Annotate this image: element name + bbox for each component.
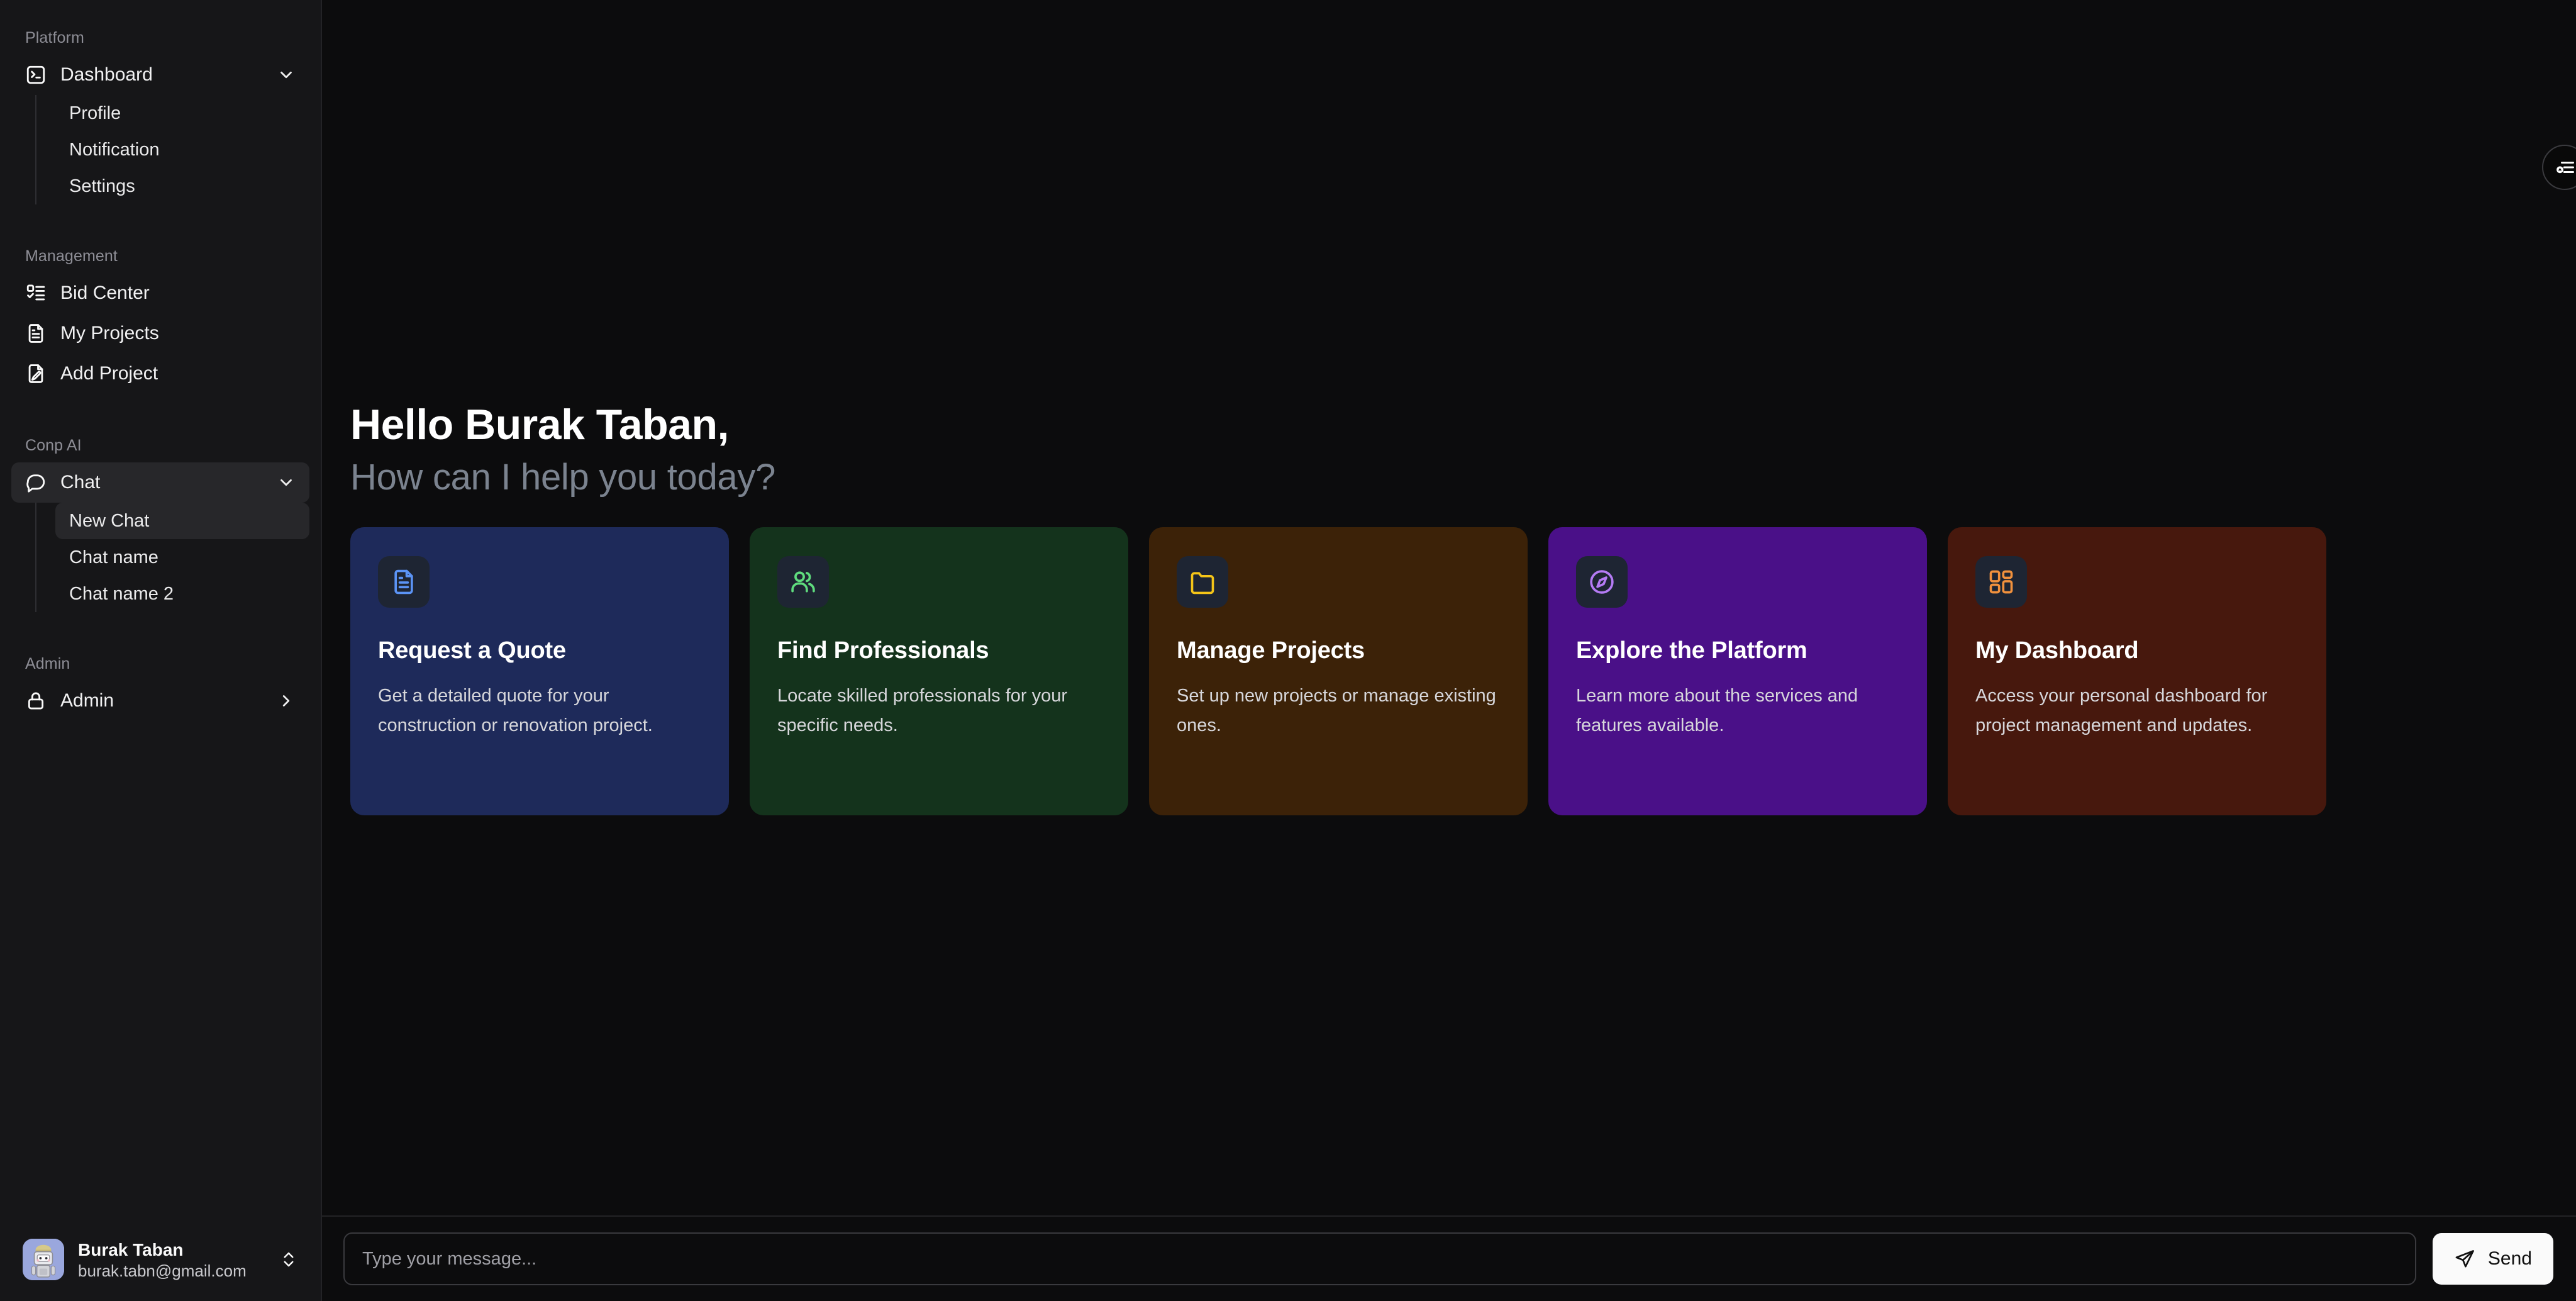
chevrons-up-down-icon[interactable] — [279, 1250, 298, 1269]
message-square-icon — [25, 472, 47, 493]
sidebar-item-profile[interactable]: Profile — [55, 95, 309, 131]
users-icon — [789, 568, 817, 596]
main-content: Hello Burak Taban, How can I help you to… — [322, 0, 2576, 1301]
user-email: burak.tabn@gmail.com — [78, 1261, 247, 1280]
sidebar-item-my-projects[interactable]: My Projects — [11, 313, 309, 354]
file-text-icon — [390, 568, 418, 596]
sidebar-subitem-label: Notification — [69, 139, 160, 160]
sidebar-submenu-chat: New Chat Chat name Chat name 2 — [35, 503, 309, 612]
card-title: Manage Projects — [1177, 637, 1365, 664]
card-description: Access your personal dashboard for proje… — [1975, 686, 2268, 736]
card-title: Request a Quote — [378, 637, 566, 664]
compass-icon — [1588, 568, 1616, 596]
sidebar-group-label-platform: Platform — [25, 29, 84, 47]
chevron-down-icon[interactable] — [277, 65, 296, 84]
chevron-right-icon[interactable] — [277, 691, 296, 710]
greeting-block: Hello Burak Taban, How can I help you to… — [343, 400, 2576, 500]
sidebar-group-label-admin: Admin — [25, 655, 70, 673]
chat-canvas: Hello Burak Taban, How can I help you to… — [322, 0, 2576, 1215]
greeting-hello: Hello Burak Taban, — [350, 401, 729, 449]
card-request-a-quote[interactable]: Request a Quote Get a detailed quote for… — [350, 527, 729, 815]
card-my-dashboard[interactable]: My Dashboard Access your personal dashbo… — [1948, 527, 2326, 815]
layout-grid-icon — [1987, 568, 2015, 596]
sidebar-item-chat[interactable]: Chat — [11, 462, 309, 503]
card-find-professionals[interactable]: Find Professionals Locate skilled profes… — [750, 527, 1128, 815]
card-icon-container — [1975, 556, 2027, 608]
sidebar-subitem-label: Chat name — [69, 547, 158, 567]
card-description: Get a detailed quote for your constructi… — [378, 686, 653, 736]
card-description: Learn more about the services and featur… — [1576, 686, 1858, 736]
list-checks-icon — [25, 282, 47, 304]
sidebar-group-label-conp-ai: Conp AI — [25, 437, 82, 454]
sidebar-submenu-dashboard: Profile Notification Settings — [35, 95, 309, 204]
sidebar-item-new-chat[interactable]: New Chat — [55, 503, 309, 539]
file-pen-icon — [25, 363, 47, 384]
sidebar-item-label: Chat — [60, 472, 101, 493]
sidebar-subitem-label: New Chat — [69, 510, 150, 531]
suggestion-cards: Request a Quote Get a detailed quote for… — [343, 527, 2576, 815]
sidebar-subitem-label: Profile — [69, 103, 121, 123]
card-title: My Dashboard — [1975, 637, 2139, 664]
sidebar-item-dashboard[interactable]: Dashboard — [11, 55, 309, 95]
sidebar-item-label: Admin — [60, 690, 114, 711]
file-text-icon — [25, 323, 47, 344]
sidebar-item-label: Bid Center — [60, 282, 150, 303]
sidebar-subitem-label: Settings — [69, 176, 135, 196]
sidebar-item-label: Add Project — [60, 363, 158, 384]
sidebar-group-label-management: Management — [25, 247, 118, 265]
sidebar-item-chat-name[interactable]: Chat name — [55, 539, 309, 576]
user-meta: Burak Taban burak.tabn@gmail.com — [78, 1239, 265, 1281]
avatar — [23, 1239, 64, 1281]
card-description: Set up new projects or manage existing o… — [1177, 686, 1496, 736]
card-icon-container — [777, 556, 829, 608]
send-button-label: Send — [2487, 1248, 2532, 1269]
message-input[interactable] — [343, 1232, 2416, 1285]
app-root: Platform Dashboard Profile Notification … — [0, 0, 2576, 1301]
send-button[interactable]: Send — [2432, 1233, 2553, 1285]
folder-icon — [1189, 568, 1216, 596]
sidebar-subitem-label: Chat name 2 — [69, 583, 174, 604]
sidebar-item-add-project[interactable]: Add Project — [11, 354, 309, 394]
chevron-down-icon[interactable] — [277, 473, 296, 492]
lock-icon — [25, 690, 47, 712]
sidebar-item-label: Dashboard — [60, 64, 153, 85]
sidebar-user-menu[interactable]: Burak Taban burak.tabn@gmail.com — [11, 1230, 309, 1290]
greeting-subtitle: How can I help you today? — [350, 457, 776, 498]
card-title: Explore the Platform — [1576, 637, 1807, 664]
robot-avatar — [23, 1239, 64, 1281]
card-icon-container — [1576, 556, 1628, 608]
card-icon-container — [1177, 556, 1228, 608]
card-explore-the-platform[interactable]: Explore the Platform Learn more about th… — [1548, 527, 1927, 815]
card-icon-container — [378, 556, 430, 608]
card-description: Locate skilled professionals for your sp… — [777, 686, 1068, 736]
sidebar-scroll-area: Platform Dashboard Profile Notification … — [0, 0, 321, 1230]
sidebar: Platform Dashboard Profile Notification … — [0, 0, 322, 1301]
sidebar-item-admin[interactable]: Admin — [11, 681, 309, 721]
settings-sliders-icon — [2553, 156, 2576, 179]
card-manage-projects[interactable]: Manage Projects Set up new projects or m… — [1149, 527, 1528, 815]
sidebar-item-chat-name-2[interactable]: Chat name 2 — [55, 576, 309, 612]
user-name: Burak Taban — [78, 1239, 184, 1259]
square-terminal-icon — [25, 64, 47, 86]
sidebar-item-label: My Projects — [60, 323, 159, 343]
send-icon — [2454, 1248, 2475, 1270]
sidebar-item-settings[interactable]: Settings — [55, 168, 309, 204]
message-composer: Send — [322, 1215, 2576, 1301]
sidebar-item-notification[interactable]: Notification — [55, 131, 309, 168]
card-title: Find Professionals — [777, 637, 989, 664]
sidebar-item-bid-center[interactable]: Bid Center — [11, 273, 309, 313]
